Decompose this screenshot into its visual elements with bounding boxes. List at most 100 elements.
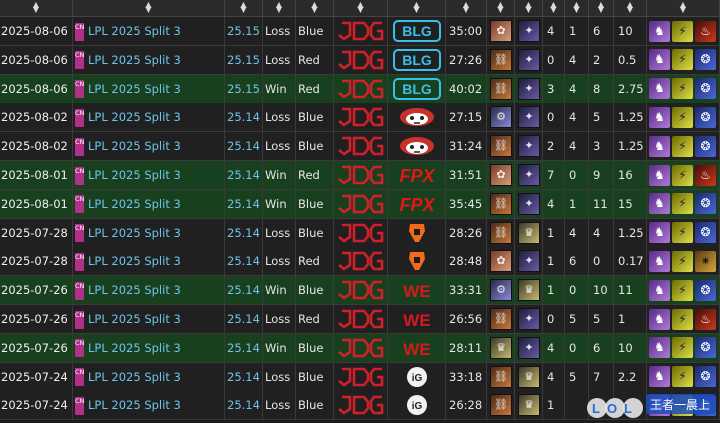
sort-arrows-icon[interactable]: ▲ ▼ — [274, 1, 284, 14]
champ1-cell[interactable]: ♛ — [487, 333, 515, 362]
patch-link[interactable]: 25.14 — [225, 362, 263, 391]
column-header-kda[interactable]: ▲ ▼ — [614, 0, 647, 16]
tournament-link[interactable]: LPL 2025 Split 3 — [88, 139, 181, 153]
kaisa-champion-icon[interactable]: ✦ — [518, 48, 540, 71]
column-header-team[interactable]: ▲ ▼ — [334, 0, 388, 16]
blue-item-icon[interactable]: ❂ — [695, 279, 716, 301]
jdg-team-logo-icon[interactable] — [336, 249, 386, 273]
champ2-cell[interactable]: ♛ — [515, 391, 543, 420]
team-logo-cell[interactable] — [334, 305, 388, 333]
purple-item-icon[interactable]: ♞ — [649, 78, 670, 100]
tournament-link[interactable]: LPL 2025 Split 3 — [88, 398, 181, 412]
tournament-cell[interactable]: CN LPL 2025 Split 3 — [73, 103, 225, 132]
team-logo-cell[interactable] — [334, 276, 388, 305]
column-header-patch[interactable]: ▲ ▼ — [225, 0, 263, 16]
yellow-item-icon[interactable]: ⚡ — [672, 193, 693, 215]
tournament-link[interactable]: LPL 2025 Split 3 — [88, 283, 181, 297]
tournament-link[interactable]: LPL 2025 Split 3 — [88, 168, 181, 182]
blg-team-logo-icon[interactable]: BLG — [392, 19, 442, 43]
tournament-cell[interactable]: CN LPL 2025 Split 3 — [73, 362, 225, 391]
champ2-cell[interactable]: ✦ — [515, 305, 543, 333]
sort-arrows-icon[interactable]: ▲ ▼ — [496, 1, 506, 14]
champ1-cell[interactable]: ✿ — [487, 247, 515, 276]
purple-item-icon[interactable]: ♞ — [649, 279, 670, 301]
kaisa-champion-icon[interactable]: ✦ — [518, 308, 540, 330]
yellow-item-icon[interactable]: ⚡ — [672, 135, 693, 157]
patch-link[interactable]: 25.14 — [225, 103, 263, 132]
patch-link[interactable]: 25.14 — [225, 161, 263, 189]
opponent-logo-cell[interactable]: BLG — [388, 45, 446, 74]
tournament-link[interactable]: LPL 2025 Split 3 — [88, 312, 181, 326]
tournament-cell[interactable]: CN LPL 2025 Split 3 — [73, 161, 225, 189]
team-logo-cell[interactable] — [334, 17, 388, 45]
champ2-cell[interactable]: ✦ — [515, 103, 543, 132]
champ2-cell[interactable]: ✦ — [515, 17, 543, 45]
sort-arrows-icon[interactable]: ▲ ▼ — [356, 1, 366, 14]
ahri-champion-icon[interactable]: ✿ — [490, 164, 512, 186]
champ2-cell[interactable]: ✦ — [515, 189, 543, 218]
opponent-logo-cell[interactable]: FPX — [388, 161, 446, 189]
purple-item-icon[interactable]: ♞ — [649, 250, 670, 272]
azir-champion-icon[interactable]: ♛ — [490, 336, 512, 359]
tournament-cell[interactable]: CN LPL 2025 Split 3 — [73, 132, 225, 161]
purple-item-icon[interactable]: ♞ — [649, 49, 670, 71]
opponent-logo-cell[interactable] — [388, 247, 446, 276]
champ1-cell[interactable]: ✿ — [487, 161, 515, 189]
tournament-link[interactable]: LPL 2025 Split 3 — [88, 53, 181, 67]
we-team-logo-icon[interactable]: WE — [392, 336, 442, 360]
patch-link[interactable]: 25.14 — [225, 333, 263, 362]
opponent-logo-cell[interactable] — [388, 218, 446, 247]
sort-arrows-icon[interactable]: ▲ ▼ — [144, 1, 154, 14]
patch-link[interactable]: 25.14 — [225, 276, 263, 305]
tournament-cell[interactable]: CN LPL 2025 Split 3 — [73, 276, 225, 305]
yellow-item-icon[interactable]: ⚡ — [672, 164, 693, 186]
sort-arrows-icon[interactable]: ▲ ▼ — [524, 1, 534, 14]
team-logo-cell[interactable] — [334, 333, 388, 362]
tes-team-logo-icon[interactable] — [392, 249, 442, 273]
team-logo-cell[interactable] — [334, 391, 388, 420]
opponent-logo-cell[interactable]: WE — [388, 333, 446, 362]
we-team-logo-icon[interactable]: WE — [392, 278, 442, 302]
sort-arrows-icon[interactable]: ▲ ▼ — [239, 1, 249, 14]
purple-item-icon[interactable]: ♞ — [649, 135, 670, 157]
we-team-logo-icon[interactable]: WE — [392, 307, 442, 331]
purple-item-icon[interactable]: ♞ — [649, 106, 670, 128]
azir-champion-icon[interactable]: ♛ — [518, 221, 540, 244]
champ2-cell[interactable]: ✦ — [515, 45, 543, 74]
sylas-champion-icon[interactable]: ⛓ — [490, 135, 512, 158]
purple-item-icon[interactable]: ♞ — [649, 222, 670, 244]
tes-team-logo-icon[interactable] — [392, 221, 442, 245]
tournament-link[interactable]: LPL 2025 Split 3 — [88, 197, 181, 211]
sort-arrows-icon[interactable]: ▲ ▼ — [549, 1, 559, 14]
red-item-icon[interactable]: ♨ — [695, 164, 716, 186]
jdg-team-logo-icon[interactable] — [336, 77, 386, 101]
champ1-cell[interactable]: ⚙ — [487, 276, 515, 305]
patch-link[interactable]: 25.14 — [225, 391, 263, 420]
kaisa-champion-icon[interactable]: ✦ — [518, 135, 540, 158]
jdg-team-logo-icon[interactable] — [336, 307, 386, 331]
team-logo-cell[interactable] — [334, 218, 388, 247]
red-item-icon[interactable]: ♨ — [695, 20, 716, 42]
tournament-link[interactable]: LPL 2025 Split 3 — [88, 341, 181, 355]
column-header-d[interactable]: ▲ ▼ — [565, 0, 589, 16]
yellow-item-icon[interactable]: ⚡ — [672, 106, 693, 128]
team-logo-cell[interactable] — [334, 189, 388, 218]
kaisa-champion-icon[interactable]: ✦ — [518, 164, 540, 186]
blue-item-icon[interactable]: ❂ — [695, 337, 716, 359]
team-logo-cell[interactable] — [334, 132, 388, 161]
patch-link[interactable]: 25.14 — [225, 218, 263, 247]
yellow-item-icon[interactable]: ⚡ — [672, 337, 693, 359]
blue-item-icon[interactable]: ❂ — [695, 135, 716, 157]
jdg-team-logo-icon[interactable] — [336, 163, 386, 187]
champ1-cell[interactable]: ✿ — [487, 17, 515, 45]
tournament-cell[interactable]: CN LPL 2025 Split 3 — [73, 247, 225, 276]
purple-item-icon[interactable]: ♞ — [649, 20, 670, 42]
kaisa-champion-icon[interactable]: ✦ — [518, 336, 540, 359]
blue-item-icon[interactable]: ❂ — [695, 78, 716, 100]
tournament-cell[interactable]: CN LPL 2025 Split 3 — [73, 74, 225, 103]
purple-item-icon[interactable]: ♞ — [649, 308, 670, 330]
champ1-cell[interactable]: ⛓ — [487, 132, 515, 161]
ig-dog-team-logo-icon[interactable] — [392, 105, 442, 129]
opponent-logo-cell[interactable]: BLG — [388, 74, 446, 103]
column-header-a[interactable]: ▲ ▼ — [589, 0, 614, 16]
